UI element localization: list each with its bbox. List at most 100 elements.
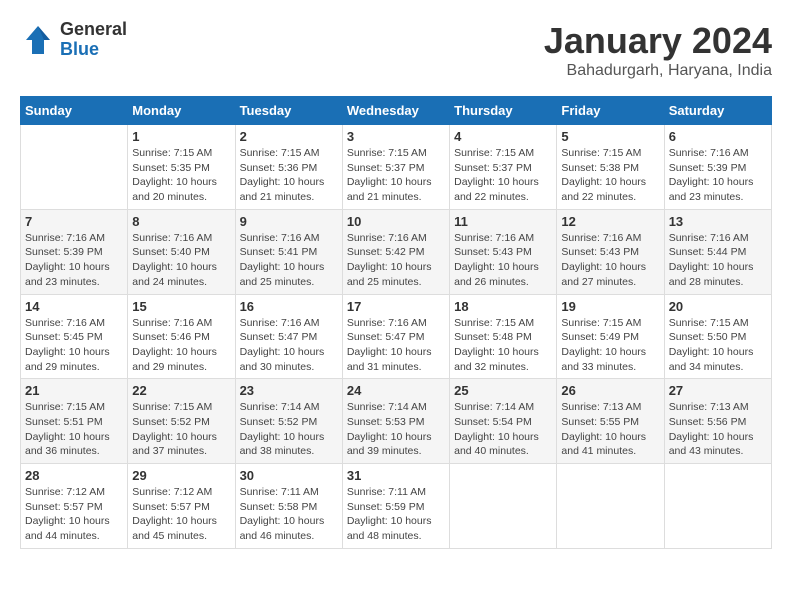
day-info: Sunrise: 7:16 AM Sunset: 5:43 PM Dayligh… xyxy=(561,231,659,290)
day-number: 2 xyxy=(240,129,338,144)
day-info: Sunrise: 7:15 AM Sunset: 5:51 PM Dayligh… xyxy=(25,400,123,459)
day-info: Sunrise: 7:15 AM Sunset: 5:48 PM Dayligh… xyxy=(454,316,552,375)
calendar-cell: 8Sunrise: 7:16 AM Sunset: 5:40 PM Daylig… xyxy=(128,209,235,294)
header-day-monday: Monday xyxy=(128,97,235,125)
calendar-cell: 29Sunrise: 7:12 AM Sunset: 5:57 PM Dayli… xyxy=(128,464,235,549)
header-day-friday: Friday xyxy=(557,97,664,125)
calendar-cell: 12 Sunrise: 7:16 AM Sunset: 5:43 PM Dayli… xyxy=(557,209,664,294)
calendar-cell: 25Sunrise: 7:14 AM Sunset: 5:54 PM Dayli… xyxy=(450,379,557,464)
calendar-cell: 16 Sunrise: 7:16 AM Sunset: 5:47 PM Dayli… xyxy=(235,294,342,379)
page-header: General Blue January 2024 Bahadurgarh, H… xyxy=(20,20,772,80)
day-info: Sunrise: 7:16 AM Sunset: 5:42 PM Dayligh… xyxy=(347,231,445,290)
day-number: 7 xyxy=(25,214,123,229)
header-day-saturday: Saturday xyxy=(664,97,771,125)
day-number: 28 xyxy=(25,468,123,483)
day-number: 4 xyxy=(454,129,552,144)
calendar-cell: 17Sunrise: 7:16 AM Sunset: 5:47 PM Dayli… xyxy=(342,294,449,379)
day-info: Sunrise: 7:15 AM Sunset: 5:37 PM Dayligh… xyxy=(454,146,552,205)
day-info: Sunrise: 7:16 AM Sunset: 5:46 PM Dayligh… xyxy=(132,316,230,375)
day-info: Sunrise: 7:16 AM Sunset: 5:43 PM Dayligh… xyxy=(454,231,552,290)
day-number: 1 xyxy=(132,129,230,144)
day-number: 19 xyxy=(561,299,659,314)
day-number: 30 xyxy=(240,468,338,483)
calendar-cell: 14Sunrise: 7:16 AM Sunset: 5:45 PM Dayli… xyxy=(21,294,128,379)
calendar-location: Bahadurgarh, Haryana, India xyxy=(544,62,772,80)
day-info: Sunrise: 7:15 AM Sunset: 5:50 PM Dayligh… xyxy=(669,316,767,375)
logo: General Blue xyxy=(20,20,127,60)
logo-blue-text: Blue xyxy=(60,40,127,60)
calendar-cell: 20Sunrise: 7:15 AM Sunset: 5:50 PM Dayli… xyxy=(664,294,771,379)
week-row-4: 21 Sunrise: 7:15 AM Sunset: 5:51 PM Dayli… xyxy=(21,379,772,464)
day-number: 27 xyxy=(669,383,767,398)
calendar-cell: 7Sunrise: 7:16 AM Sunset: 5:39 PM Daylig… xyxy=(21,209,128,294)
calendar-cell: 2Sunrise: 7:15 AM Sunset: 5:36 PM Daylig… xyxy=(235,125,342,210)
day-info: Sunrise: 7:16 AM Sunset: 5:44 PM Dayligh… xyxy=(669,231,767,290)
day-info: Sunrise: 7:15 AM Sunset: 5:49 PM Dayligh… xyxy=(561,316,659,375)
day-info: Sunrise: 7:13 AM Sunset: 5:55 PM Dayligh… xyxy=(561,400,659,459)
day-number: 22 xyxy=(132,383,230,398)
day-number: 21 xyxy=(25,383,123,398)
day-info: Sunrise: 7:13 AM Sunset: 5:56 PM Dayligh… xyxy=(669,400,767,459)
day-info: Sunrise: 7:15 AM Sunset: 5:37 PM Dayligh… xyxy=(347,146,445,205)
day-number: 24 xyxy=(347,383,445,398)
day-number: 11 xyxy=(454,214,552,229)
title-block: January 2024 Bahadurgarh, Haryana, India xyxy=(544,20,772,80)
day-number: 13 xyxy=(669,214,767,229)
header-day-wednesday: Wednesday xyxy=(342,97,449,125)
calendar-body: 1 Sunrise: 7:15 AM Sunset: 5:35 PM Daylig… xyxy=(21,125,772,549)
calendar-cell: 9 Sunrise: 7:16 AM Sunset: 5:41 PM Daylig… xyxy=(235,209,342,294)
day-info: Sunrise: 7:16 AM Sunset: 5:45 PM Dayligh… xyxy=(25,316,123,375)
day-info: Sunrise: 7:15 AM Sunset: 5:35 PM Dayligh… xyxy=(132,146,230,205)
calendar-cell: 23 Sunrise: 7:14 AM Sunset: 5:52 PM Dayli… xyxy=(235,379,342,464)
calendar-cell: 18 Sunrise: 7:15 AM Sunset: 5:48 PM Dayli… xyxy=(450,294,557,379)
day-info: Sunrise: 7:12 AM Sunset: 5:57 PM Dayligh… xyxy=(132,485,230,544)
day-info: Sunrise: 7:15 AM Sunset: 5:52 PM Dayligh… xyxy=(132,400,230,459)
calendar-cell: 5 Sunrise: 7:15 AM Sunset: 5:38 PM Daylig… xyxy=(557,125,664,210)
calendar-cell: 11 Sunrise: 7:16 AM Sunset: 5:43 PM Dayli… xyxy=(450,209,557,294)
calendar-cell xyxy=(557,464,664,549)
week-row-5: 28 Sunrise: 7:12 AM Sunset: 5:57 PM Dayli… xyxy=(21,464,772,549)
calendar-cell: 3 Sunrise: 7:15 AM Sunset: 5:37 PM Daylig… xyxy=(342,125,449,210)
day-info: Sunrise: 7:11 AM Sunset: 5:58 PM Dayligh… xyxy=(240,485,338,544)
calendar-cell: 19 Sunrise: 7:15 AM Sunset: 5:49 PM Dayli… xyxy=(557,294,664,379)
week-row-3: 14Sunrise: 7:16 AM Sunset: 5:45 PM Dayli… xyxy=(21,294,772,379)
day-number: 17 xyxy=(347,299,445,314)
calendar-cell: 30 Sunrise: 7:11 AM Sunset: 5:58 PM Dayli… xyxy=(235,464,342,549)
day-number: 18 xyxy=(454,299,552,314)
day-number: 9 xyxy=(240,214,338,229)
day-info: Sunrise: 7:16 AM Sunset: 5:47 PM Dayligh… xyxy=(240,316,338,375)
day-info: Sunrise: 7:11 AM Sunset: 5:59 PM Dayligh… xyxy=(347,485,445,544)
calendar-cell: 24 Sunrise: 7:14 AM Sunset: 5:53 PM Dayli… xyxy=(342,379,449,464)
calendar-cell: 26 Sunrise: 7:13 AM Sunset: 5:55 PM Dayli… xyxy=(557,379,664,464)
logo-general-text: General xyxy=(60,20,127,40)
header-day-sunday: Sunday xyxy=(21,97,128,125)
day-number: 26 xyxy=(561,383,659,398)
day-number: 23 xyxy=(240,383,338,398)
calendar-header: SundayMondayTuesdayWednesdayThursdayFrid… xyxy=(21,97,772,125)
calendar-cell xyxy=(664,464,771,549)
day-info: Sunrise: 7:16 AM Sunset: 5:41 PM Dayligh… xyxy=(240,231,338,290)
day-number: 31 xyxy=(347,468,445,483)
calendar-cell: 31 Sunrise: 7:11 AM Sunset: 5:59 PM Dayli… xyxy=(342,464,449,549)
calendar-cell: 6Sunrise: 7:16 AM Sunset: 5:39 PM Daylig… xyxy=(664,125,771,210)
calendar-cell xyxy=(21,125,128,210)
header-day-thursday: Thursday xyxy=(450,97,557,125)
logo-text: General Blue xyxy=(60,20,127,60)
day-number: 5 xyxy=(561,129,659,144)
day-info: Sunrise: 7:15 AM Sunset: 5:38 PM Dayligh… xyxy=(561,146,659,205)
day-number: 16 xyxy=(240,299,338,314)
day-number: 15 xyxy=(132,299,230,314)
day-number: 8 xyxy=(132,214,230,229)
day-info: Sunrise: 7:12 AM Sunset: 5:57 PM Dayligh… xyxy=(25,485,123,544)
calendar-cell: 4 Sunrise: 7:15 AM Sunset: 5:37 PM Daylig… xyxy=(450,125,557,210)
day-info: Sunrise: 7:14 AM Sunset: 5:52 PM Dayligh… xyxy=(240,400,338,459)
day-number: 10 xyxy=(347,214,445,229)
day-info: Sunrise: 7:14 AM Sunset: 5:53 PM Dayligh… xyxy=(347,400,445,459)
calendar-cell: 10 Sunrise: 7:16 AM Sunset: 5:42 PM Dayli… xyxy=(342,209,449,294)
day-number: 3 xyxy=(347,129,445,144)
day-number: 12 xyxy=(561,214,659,229)
calendar-table: SundayMondayTuesdayWednesdayThursdayFrid… xyxy=(20,96,772,549)
calendar-cell: 13 Sunrise: 7:16 AM Sunset: 5:44 PM Dayli… xyxy=(664,209,771,294)
week-row-1: 1 Sunrise: 7:15 AM Sunset: 5:35 PM Daylig… xyxy=(21,125,772,210)
calendar-cell: 27 Sunrise: 7:13 AM Sunset: 5:56 PM Dayli… xyxy=(664,379,771,464)
